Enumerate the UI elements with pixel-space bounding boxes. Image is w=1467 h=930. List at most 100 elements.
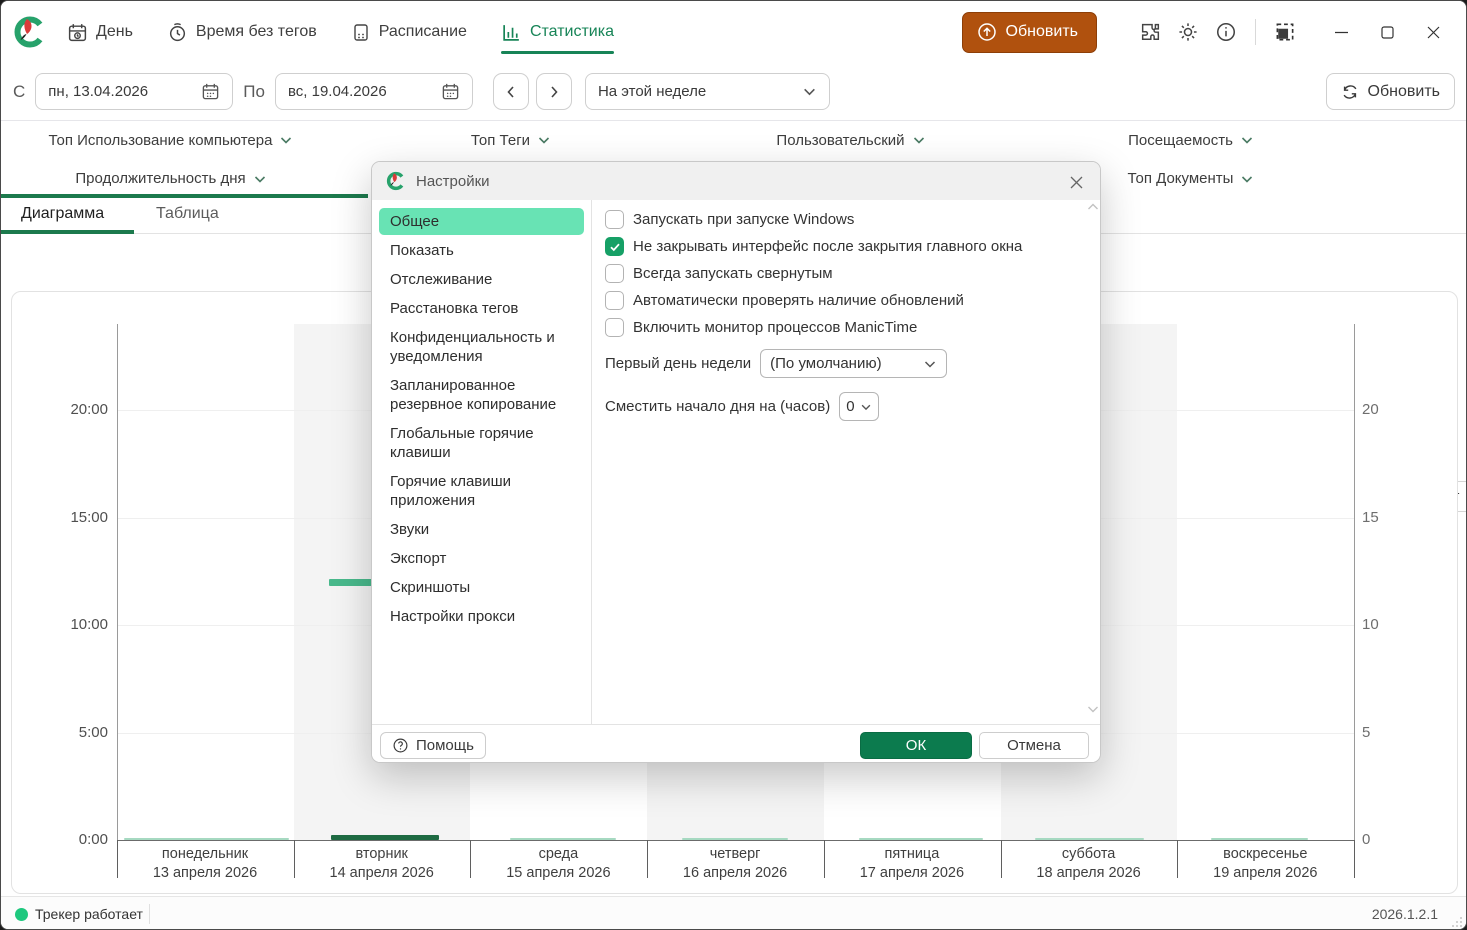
from-label: С (13, 81, 26, 101)
tab-statistics-label: Статистика (529, 23, 614, 40)
bar-wednesday-baseline[interactable] (510, 837, 616, 840)
from-date-field[interactable] (35, 73, 234, 110)
ytick-right: 15 (1362, 508, 1379, 526)
resize-grip[interactable] (1449, 914, 1463, 928)
x-label-sunday: воскресенье 19 апреля 2026 (1213, 846, 1318, 881)
about-button[interactable] (1207, 13, 1245, 51)
keep-interface-checkbox[interactable] (605, 237, 624, 256)
bar-tuesday-baseline[interactable] (331, 835, 439, 840)
settings-nav-tracking[interactable]: Отслеживание (379, 266, 584, 293)
bar-monday-baseline[interactable] (124, 837, 289, 840)
tab-untagged-label: Время без тегов (195, 23, 317, 40)
settings-close-button[interactable] (1064, 170, 1088, 194)
settings-nav-tagging[interactable]: Расстановка тегов (379, 295, 584, 322)
option-label: Включить монитор процессов ManicTime (633, 319, 918, 336)
scroll-up-icon[interactable] (1087, 202, 1099, 211)
scroll-down-icon[interactable] (1087, 705, 1099, 714)
prev-period-button[interactable] (492, 73, 529, 110)
chart-select-custom[interactable]: Пользовательский (681, 121, 1021, 159)
to-date-input[interactable] (287, 83, 428, 100)
y-axis-right (1354, 324, 1355, 840)
option-auto-updates: Автоматически проверять наличие обновлен… (605, 291, 1088, 310)
close-button[interactable] (1410, 12, 1456, 52)
tab-day[interactable]: День (67, 1, 133, 63)
help-label: Помощь (416, 737, 474, 754)
settings-nav-global-hotkeys[interactable]: Глобальные горячие клавиши (379, 420, 584, 466)
refresh-data-button[interactable]: Обновить (1325, 73, 1455, 110)
settings-nav-proxy[interactable]: Настройки прокси (379, 603, 584, 630)
plugins-button[interactable] (1131, 13, 1169, 51)
x-axis (117, 840, 1355, 841)
from-date-input[interactable] (48, 83, 189, 100)
settings-button[interactable] (1169, 13, 1207, 51)
x-label-monday: понедельник 13 апреля 2026 (152, 846, 258, 881)
chart-select-label: Посещаемость (1128, 131, 1233, 149)
maximize-button[interactable] (1364, 12, 1410, 52)
range-preset-select[interactable]: На этой неделе (584, 73, 830, 110)
to-date-field[interactable] (274, 73, 473, 110)
help-button[interactable]: Помощь (380, 732, 486, 759)
ok-button[interactable]: ОК (860, 732, 972, 759)
settings-nav-general[interactable]: Общее (379, 208, 584, 235)
run-at-startup-checkbox[interactable] (605, 210, 624, 229)
calendar-icon[interactable] (201, 82, 220, 101)
settings-nav-sounds[interactable]: Звуки (379, 516, 584, 543)
top-bar: День Время без тегов Расписание Статисти… (1, 1, 1466, 63)
chart-select-label: Продолжительность дня (75, 170, 246, 187)
tab-table[interactable]: Таблица (156, 205, 219, 223)
minimize-button[interactable] (1318, 12, 1364, 52)
bar-friday-baseline[interactable] (859, 837, 983, 840)
chart-select-day-length[interactable]: Продолжительность дня (1, 159, 341, 198)
day-shift-label: Сместить начало дня на (часов) (605, 398, 831, 415)
settings-nav-show[interactable]: Показать (379, 237, 584, 264)
settings-nav-privacy[interactable]: Конфиденциальность и уведомления (379, 324, 584, 370)
chevron-down-icon (281, 137, 292, 144)
bar-thursday-baseline[interactable] (682, 837, 788, 840)
bar-saturday-baseline[interactable] (1035, 837, 1144, 840)
settings-nav-app-hotkeys[interactable]: Горячие клавиши приложения (379, 468, 584, 514)
day-shift-select[interactable]: 0 (839, 392, 880, 421)
bar-sunday-baseline[interactable] (1211, 837, 1308, 840)
tab-diagram[interactable]: Диаграмма (21, 205, 104, 223)
document-icon (354, 23, 368, 41)
tab-untagged-time[interactable]: Время без тегов (167, 1, 317, 63)
first-day-value: (По умолчанию) (770, 355, 882, 372)
chart-select-label: Топ Теги (470, 131, 531, 149)
tab-schedule[interactable]: Расписание (351, 1, 467, 63)
calendar-icon[interactable] (441, 82, 460, 101)
settings-nav-screenshots[interactable]: Скриншоты (379, 574, 584, 601)
active-tab-underline (500, 51, 614, 54)
app-logo-icon (13, 15, 47, 49)
start-minimized-checkbox[interactable] (605, 264, 624, 283)
settings-dialog-titlebar[interactable]: Настройки (372, 162, 1100, 200)
cancel-button[interactable]: Отмена (979, 732, 1089, 759)
to-label: По (243, 81, 265, 101)
refresh-icon (1343, 84, 1357, 99)
ytick-right: 20 (1362, 401, 1379, 418)
settings-content: Запускать при запуске Windows Не закрыва… (593, 200, 1100, 724)
process-monitor-checkbox[interactable] (605, 318, 624, 337)
settings-nav-backup[interactable]: Запланированное резервное копирование (379, 372, 584, 418)
settings-sidebar: Общее Показать Отслеживание Расстановка … (372, 200, 592, 724)
ytick-left: 0:00 (78, 831, 108, 848)
tracker-status-icon (15, 908, 28, 921)
first-day-label: Первый день недели (605, 355, 752, 372)
settings-footer: Помощь ОК Отмена (372, 724, 1100, 762)
auto-updates-checkbox[interactable] (605, 291, 624, 310)
chart-select-computer-usage[interactable]: Топ Использование компьютера (1, 121, 341, 159)
chevron-right-icon (551, 85, 558, 98)
chart-select-attendance[interactable]: Посещаемость (1021, 121, 1361, 159)
snip-region-button[interactable] (1266, 13, 1304, 51)
next-period-button[interactable] (535, 73, 572, 110)
tab-statistics[interactable]: Статистика (500, 1, 614, 63)
clock-icon (169, 22, 185, 41)
ytick-right: 5 (1362, 723, 1371, 741)
first-day-select[interactable]: (По умолчанию) (760, 349, 948, 378)
chart-select-top-tags[interactable]: Топ Теги (341, 121, 681, 159)
option-process-monitor: Включить монитор процессов ManicTime (605, 318, 1088, 337)
settings-nav-export[interactable]: Экспорт (379, 545, 584, 572)
option-start-minimized: Всегда запускать свернутым (605, 264, 1088, 283)
app-version: 2026.1.2.1 (1371, 906, 1438, 922)
ytick-left: 15:00 (70, 508, 108, 526)
update-app-button[interactable]: Обновить (961, 11, 1097, 53)
